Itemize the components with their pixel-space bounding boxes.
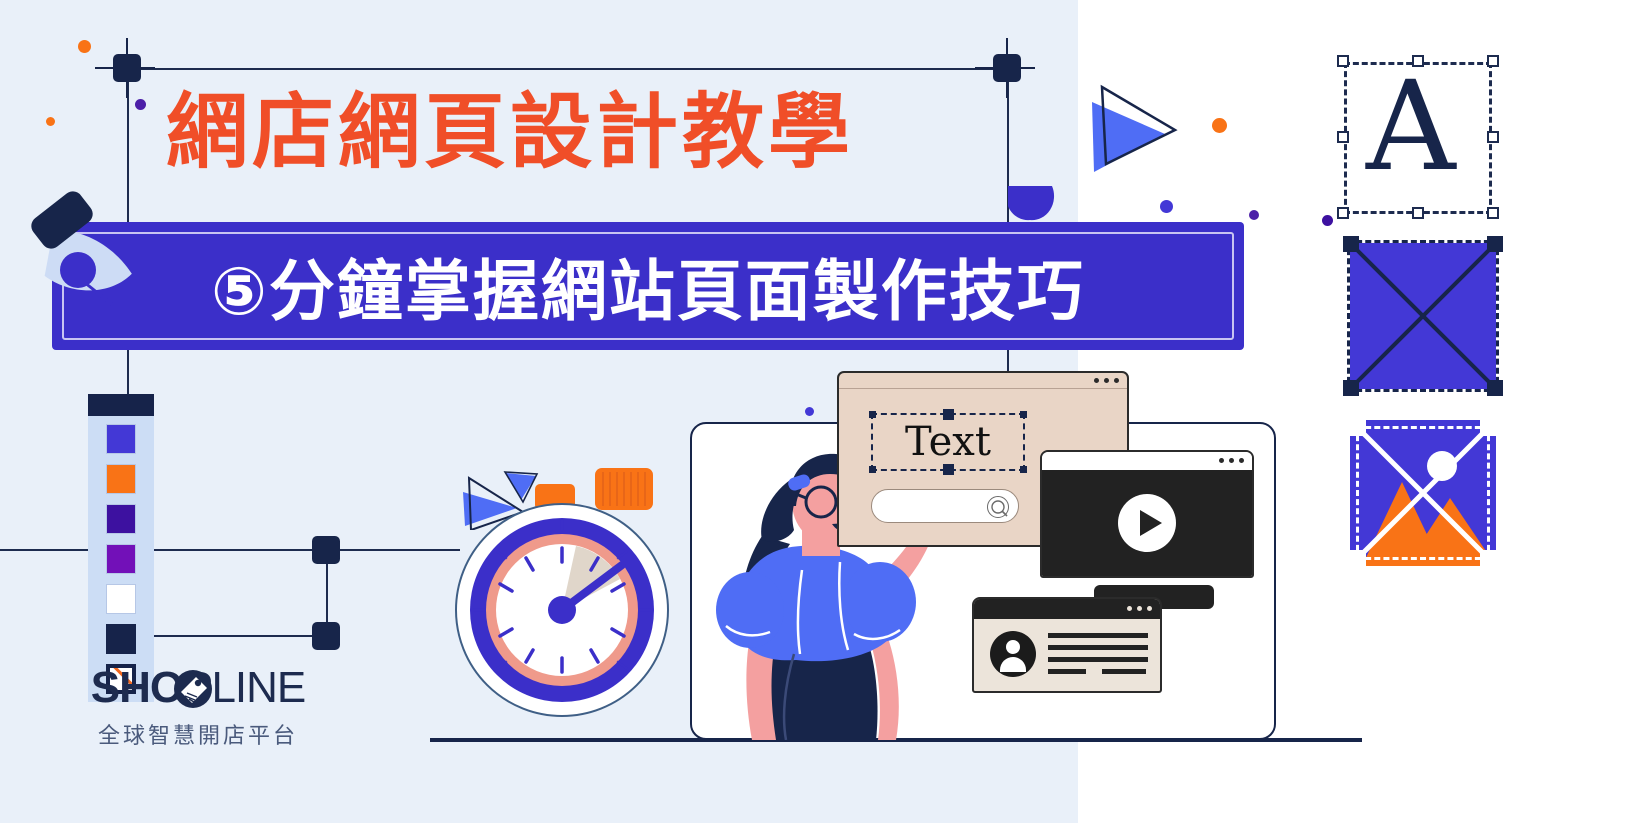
deco-dot-orange-1 bbox=[78, 40, 91, 53]
image-handle-tl[interactable] bbox=[1350, 420, 1366, 436]
card-text-lines bbox=[1048, 633, 1148, 691]
text-window-titlebar bbox=[839, 373, 1127, 389]
selection-handle-bottom-left[interactable] bbox=[312, 622, 340, 650]
video-window-titlebar bbox=[1042, 452, 1252, 470]
palette-header bbox=[88, 394, 154, 416]
card-titlebar bbox=[974, 599, 1160, 619]
card-line-4 bbox=[1048, 669, 1086, 674]
shape-handle-bl[interactable] bbox=[1343, 380, 1359, 396]
selection-handle-top-right[interactable] bbox=[993, 54, 1021, 82]
swatch-dark-purple[interactable] bbox=[106, 504, 136, 534]
handle-tl[interactable] bbox=[1337, 55, 1349, 67]
image-selection-box bbox=[1356, 426, 1490, 560]
shopline-logo: SHOP LINE 全球智慧開店平台 bbox=[88, 666, 308, 750]
subtitle-bar: ⑤分鐘掌握網站頁面製作技巧 bbox=[52, 222, 1244, 350]
text-frame-handle-tr[interactable] bbox=[1020, 411, 1027, 418]
card-line-5 bbox=[1102, 669, 1146, 674]
search-input[interactable] bbox=[871, 489, 1019, 523]
guide-line-bottom bbox=[140, 635, 340, 637]
logo-tagline: 全球智慧開店平台 bbox=[97, 724, 298, 749]
window-dot-2 bbox=[1104, 378, 1109, 383]
text-frame-handle-br[interactable] bbox=[1020, 466, 1027, 473]
window-dot-1 bbox=[1094, 378, 1099, 383]
letter-a-glyph: A bbox=[1366, 55, 1456, 199]
guide-line-top bbox=[128, 68, 1008, 70]
text-frame-handle-bl[interactable] bbox=[869, 466, 876, 473]
window-dot-3 bbox=[1114, 378, 1119, 383]
deco-dot-blue-2 bbox=[805, 407, 814, 416]
deco-dot-purple-3 bbox=[1322, 215, 1333, 226]
swatch-indigo[interactable] bbox=[106, 424, 136, 454]
video-dot-2 bbox=[1229, 458, 1234, 463]
swatch-purple[interactable] bbox=[106, 544, 136, 574]
image-handle-tr[interactable] bbox=[1480, 420, 1496, 436]
shape-handle-br[interactable] bbox=[1487, 380, 1503, 396]
pen-tool-icon[interactable] bbox=[22, 186, 152, 316]
avatar bbox=[990, 631, 1036, 677]
color-palette[interactable] bbox=[88, 394, 154, 702]
handle-mr[interactable] bbox=[1487, 131, 1499, 143]
card-dot-2 bbox=[1137, 606, 1142, 611]
banner-root: 網店網頁設計教學 ⑤分鐘掌握網站頁面製作技巧 SHOP LINE 全球智慧開店平… bbox=[0, 0, 1646, 823]
deco-dot-purple-2 bbox=[1249, 210, 1259, 220]
swatch-white[interactable] bbox=[106, 584, 136, 614]
card-line-2 bbox=[1048, 645, 1148, 650]
play-icon[interactable] bbox=[1118, 494, 1176, 552]
subtitle-text: ⑤分鐘掌握網站頁面製作技巧 bbox=[211, 253, 1085, 330]
swatch-navy[interactable] bbox=[106, 624, 136, 654]
card-line-3 bbox=[1048, 657, 1148, 662]
stopwatch bbox=[455, 468, 669, 717]
logo-tag-icon bbox=[174, 670, 212, 708]
handle-tc[interactable] bbox=[1412, 55, 1424, 67]
image-tool-panel[interactable] bbox=[1350, 420, 1496, 566]
video-window-dots bbox=[1219, 458, 1244, 463]
text-frame-handle-tl[interactable] bbox=[869, 411, 876, 418]
profile-card[interactable] bbox=[972, 597, 1162, 693]
text-tool-panel[interactable]: A bbox=[1337, 55, 1499, 219]
card-dot-1 bbox=[1127, 606, 1132, 611]
image-handle-bl[interactable] bbox=[1350, 550, 1366, 566]
handle-bc[interactable] bbox=[1412, 207, 1424, 219]
handle-bl[interactable] bbox=[1337, 207, 1349, 219]
palette-swatch-list bbox=[88, 416, 154, 702]
handle-ml[interactable] bbox=[1337, 131, 1349, 143]
deco-dot-orange-2 bbox=[46, 117, 55, 126]
deco-dot-blue-1 bbox=[1160, 200, 1173, 213]
selection-handle-top-left[interactable] bbox=[113, 54, 141, 82]
deco-triangle-group-top bbox=[1092, 84, 1178, 172]
card-line-1 bbox=[1048, 633, 1148, 638]
shape-handle-tl[interactable] bbox=[1343, 236, 1359, 252]
selection-handle-mid-left[interactable] bbox=[312, 536, 340, 564]
swatch-orange[interactable] bbox=[106, 464, 136, 494]
image-handle-br[interactable] bbox=[1480, 550, 1496, 566]
shape-handle-tr[interactable] bbox=[1487, 236, 1503, 252]
video-dot-3 bbox=[1239, 458, 1244, 463]
handle-tr[interactable] bbox=[1487, 55, 1499, 67]
deco-triangle-down bbox=[1008, 186, 1055, 221]
video-player-window[interactable] bbox=[1040, 450, 1254, 578]
deco-dot-purple-1 bbox=[135, 99, 146, 110]
text-frame-handle-tc[interactable] bbox=[943, 409, 954, 420]
window-dots bbox=[1094, 378, 1119, 383]
deco-dot-orange-3 bbox=[1212, 118, 1227, 133]
video-surface[interactable] bbox=[1042, 470, 1252, 576]
video-dot-1 bbox=[1219, 458, 1224, 463]
logo-line-text: LINE bbox=[211, 663, 306, 712]
card-dot-3 bbox=[1147, 606, 1152, 611]
text-content: Text bbox=[905, 419, 991, 465]
text-selection-frame[interactable]: Text bbox=[869, 409, 1027, 475]
shape-selection-box bbox=[1347, 240, 1499, 392]
handle-br[interactable] bbox=[1487, 207, 1499, 219]
shape-tool-panel[interactable] bbox=[1343, 236, 1503, 396]
card-window-dots bbox=[1127, 606, 1152, 611]
page-title: 網店網頁設計教學 bbox=[166, 85, 855, 180]
guide-line-mid bbox=[0, 549, 460, 551]
text-frame-handle-bc[interactable] bbox=[943, 464, 954, 475]
search-icon[interactable] bbox=[987, 496, 1009, 518]
